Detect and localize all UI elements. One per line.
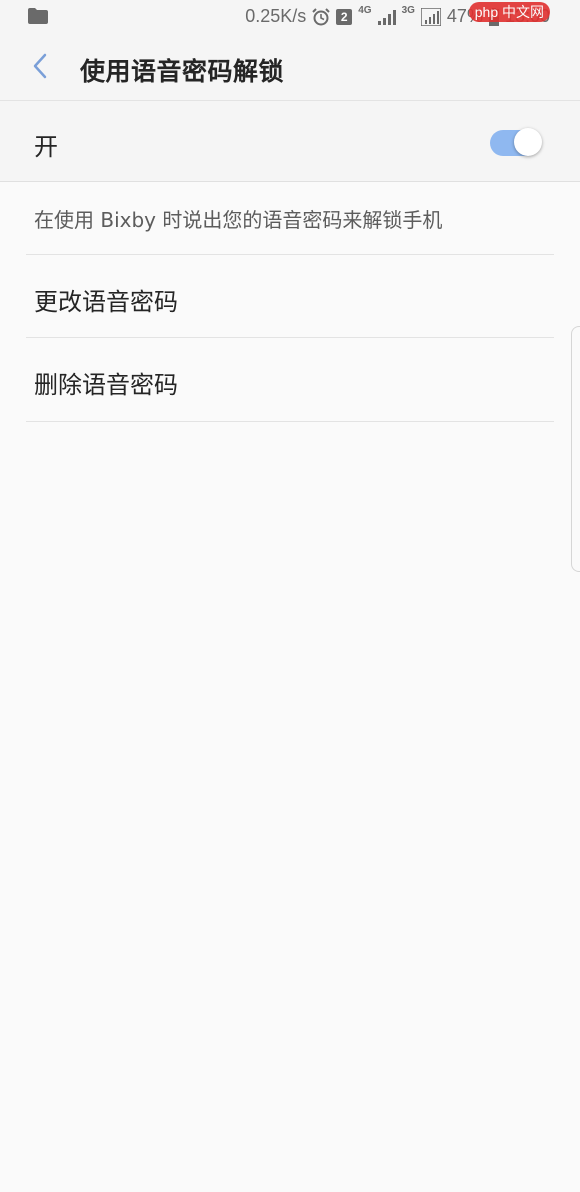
divider (26, 254, 554, 255)
network-speed: 0.25K/s (245, 6, 307, 26)
chevron-left-icon (32, 53, 48, 83)
notification-badge: 2 (336, 8, 353, 25)
list-item-label: 删除语音密码 (34, 371, 178, 399)
list-item-label: 更改语音密码 (34, 288, 178, 316)
app-bar: 使用语音密码解锁 (0, 36, 580, 101)
signal-icon (420, 7, 441, 26)
back-button[interactable] (22, 50, 58, 86)
status-bar: 0.25K/s 2 4G 3G 47% 13:00 php 中文网 (0, 0, 580, 36)
master-toggle[interactable] (490, 128, 542, 156)
master-switch-label: 开 (34, 133, 58, 161)
delete-voice-password-item[interactable]: 删除语音密码 (0, 339, 580, 421)
divider (26, 337, 554, 338)
network-3g-label: 3G (401, 4, 415, 16)
folder-icon (28, 8, 48, 24)
master-switch-row[interactable]: 开 (0, 101, 580, 182)
feature-description: 在使用 Bixby 时说出您的语音密码来解锁手机 (34, 208, 443, 232)
edge-panel-handle[interactable] (571, 326, 580, 572)
toggle-thumb (514, 128, 542, 156)
page-title: 使用语音密码解锁 (80, 57, 285, 86)
alarm-icon (312, 7, 330, 26)
change-voice-password-item[interactable]: 更改语音密码 (0, 256, 580, 338)
network-4g-label: 4G (358, 4, 372, 16)
watermark-logo: php 中文网 (468, 2, 550, 22)
divider (26, 421, 554, 422)
signal-icon (377, 9, 396, 25)
status-left (28, 8, 48, 24)
